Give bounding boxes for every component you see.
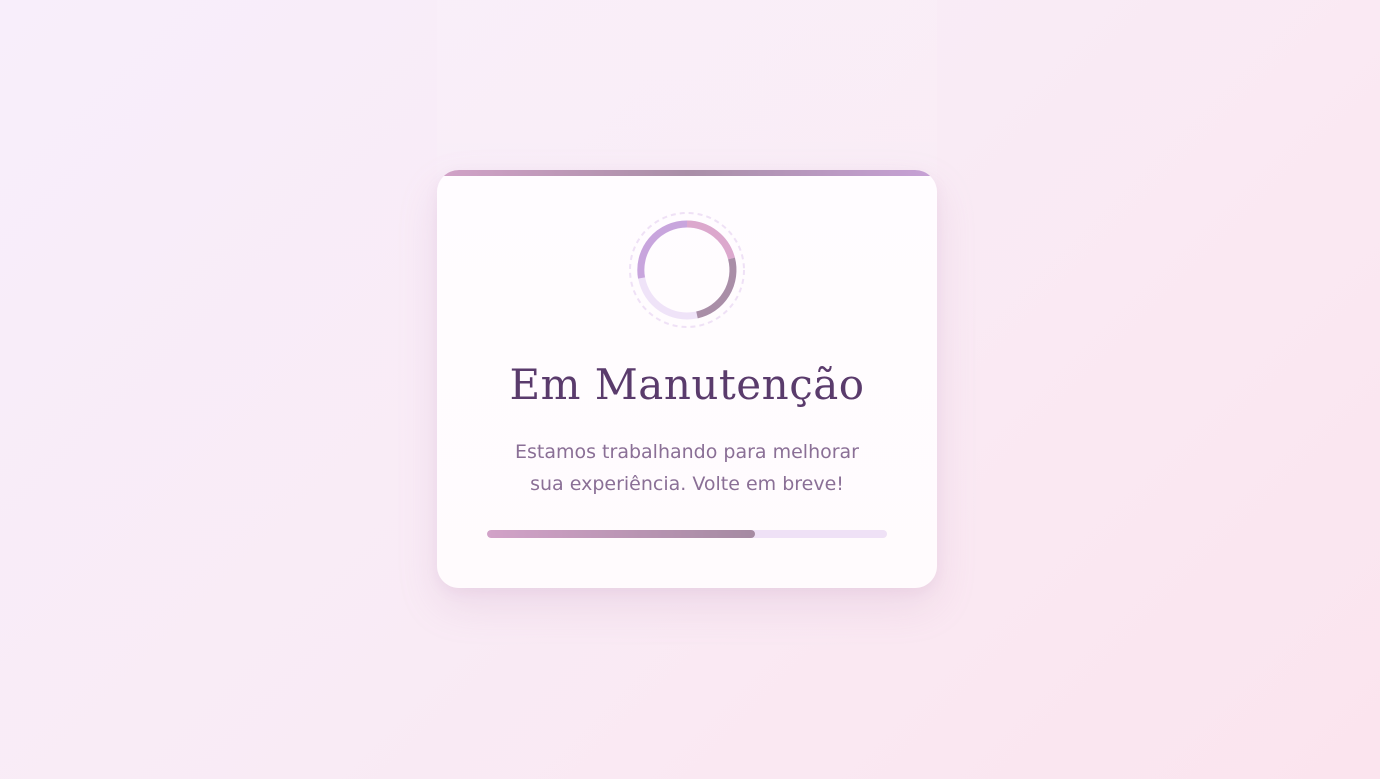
card-accent-bar [437, 170, 937, 176]
progress-bar [487, 530, 887, 538]
progress-bar-fill [487, 530, 755, 538]
maintenance-message: Estamos trabalhando para melhorar sua ex… [514, 441, 859, 495]
loading-spinner-icon [629, 212, 745, 328]
page-title: Em Manutenção [509, 360, 865, 409]
maintenance-card: Em Manutenção Estamos trabalhando para m… [437, 170, 937, 588]
